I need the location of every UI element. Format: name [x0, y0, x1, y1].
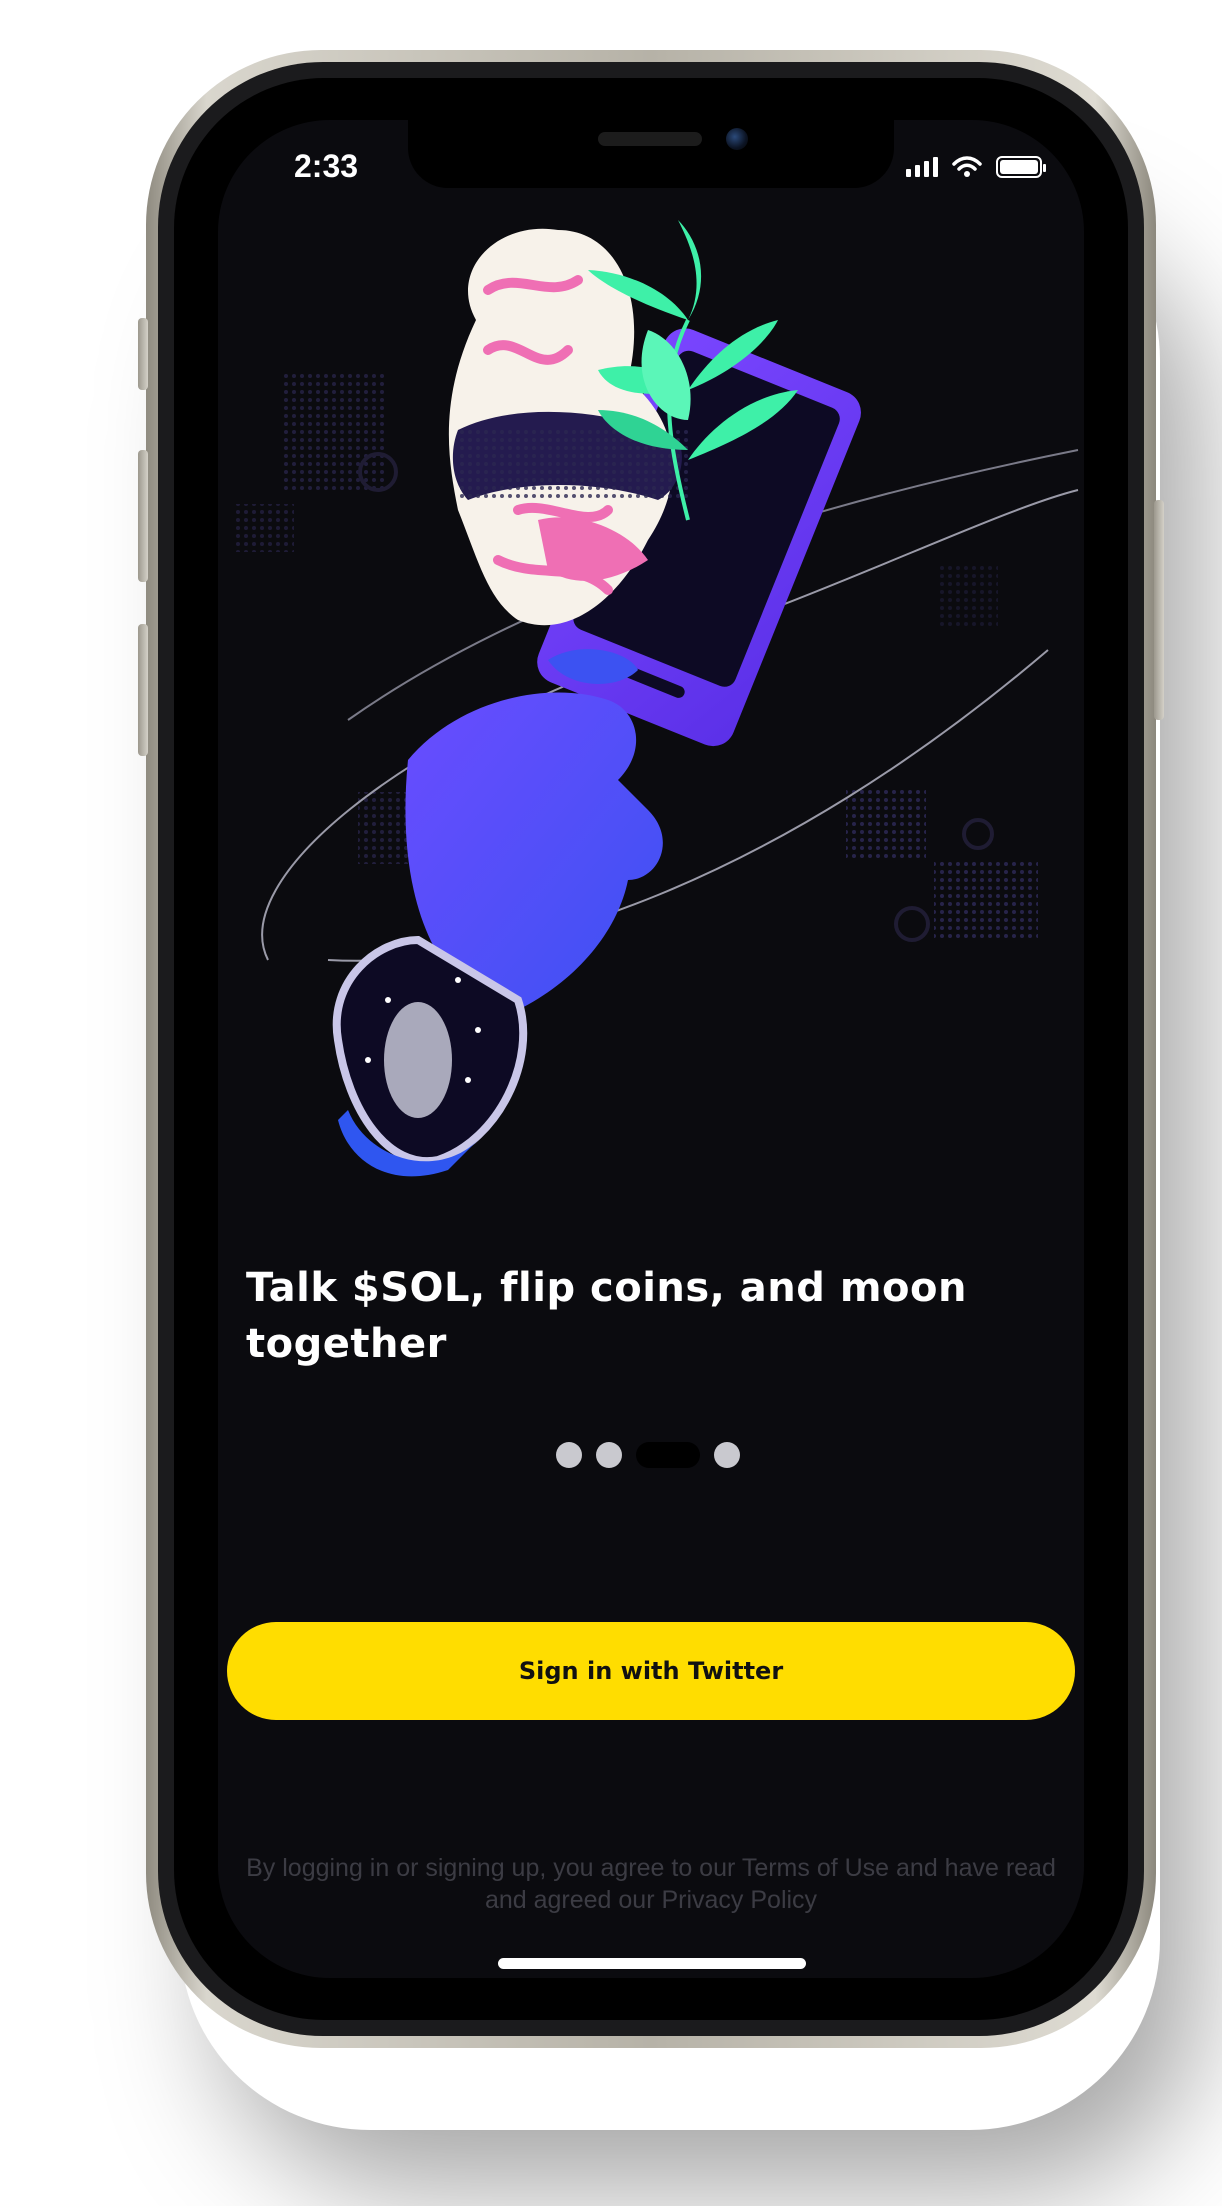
device-volume-down-button: [138, 624, 148, 756]
sign-in-with-twitter-button[interactable]: Sign in with Twitter: [227, 1622, 1075, 1720]
earpiece-speaker: [598, 132, 702, 146]
front-camera: [726, 128, 748, 150]
page-indicator-dot[interactable]: [596, 1442, 622, 1468]
wifi-icon: [952, 156, 982, 177]
background-dot-block: [280, 372, 384, 492]
device-power-button: [1154, 500, 1164, 720]
illustration-sleeve-highlight: [384, 1002, 452, 1118]
onboarding-headline: Talk $SOL, flip coins, and moon together: [246, 1265, 967, 1367]
status-bar-icons: [906, 156, 1046, 178]
page-indicator-dot-active[interactable]: [636, 1442, 700, 1468]
battery-level: [1000, 160, 1038, 174]
page-indicator-dot[interactable]: [556, 1442, 582, 1468]
battery-icon: [996, 156, 1046, 178]
hero-illustration: [236, 220, 1079, 1177]
device-notch: [408, 120, 894, 188]
background-ring: [962, 818, 994, 850]
background-dot-block: [846, 786, 926, 858]
device-mute-switch: [138, 318, 148, 390]
legal-disclaimer: By logging in or signing up, you agree t…: [246, 1854, 1056, 1914]
app-screen: 2:33 Talk $SOL, flip coins, and moon tog…: [218, 120, 1084, 1978]
background-dot-block: [938, 566, 998, 626]
page-indicator[interactable]: [556, 1442, 740, 1468]
background-dot-block: [236, 504, 294, 552]
page-indicator-dot[interactable]: [714, 1442, 740, 1468]
status-bar-time: 2:33: [294, 148, 359, 184]
background-dot-block: [934, 860, 1038, 940]
device-volume-up-button: [138, 450, 148, 582]
home-indicator[interactable]: [498, 1958, 806, 1969]
cellular-signal-icon: [906, 157, 938, 177]
background-ring: [894, 906, 930, 942]
